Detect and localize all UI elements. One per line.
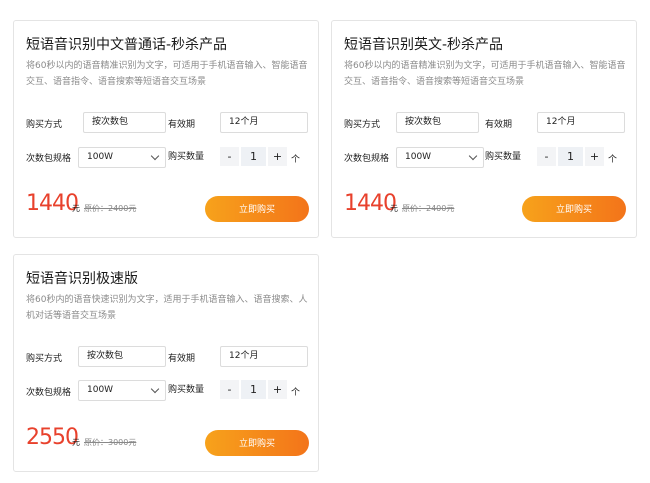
package-spec-select[interactable]: 100W (78, 380, 166, 401)
price: 1440 (344, 191, 397, 216)
product-card: 短语音识别英文-秒杀产品 将60秒以内的语音精准识别为文字，可适用于手机语音输入… (331, 20, 637, 238)
product-description: 将60秒内的语音快速识别为文字，适用于手机语音输入、语音搜索、人机对话等语音交互… (26, 295, 308, 321)
quantity-decrement-button[interactable]: - (220, 380, 239, 399)
quantity-input[interactable]: 1 (241, 147, 266, 166)
buy-now-button[interactable]: 立即购买 (522, 196, 626, 222)
quantity-increment-button[interactable]: + (268, 147, 287, 166)
product-card: 短语音识别中文普通话-秒杀产品 将60秒以内的语音精准识别为文字，可适用于手机语… (13, 20, 319, 238)
chevron-down-icon (150, 384, 160, 394)
validity-label: 有效期 (168, 120, 196, 130)
price-unit: 元 (390, 204, 398, 213)
original-price: 原价：2400元 (402, 204, 455, 213)
product-title: 短语音识别极速版 (26, 271, 138, 287)
validity-field[interactable]: 12个月 (537, 112, 625, 133)
quantity-unit: 个 (291, 388, 301, 398)
quantity-unit: 个 (291, 155, 301, 165)
validity-field[interactable]: 12个月 (220, 112, 308, 133)
package-spec-select[interactable]: 100W (78, 147, 166, 168)
validity-label: 有效期 (485, 120, 513, 130)
quantity-decrement-button[interactable]: - (220, 147, 239, 166)
package-spec-value: 100W (87, 385, 114, 395)
buy-now-button[interactable]: 立即购买 (205, 196, 309, 222)
package-spec-label: 次数包规格 (26, 154, 72, 164)
product-title: 短语音识别中文普通话-秒杀产品 (26, 37, 228, 53)
buy-now-button[interactable]: 立即购买 (205, 430, 309, 456)
quantity-input[interactable]: 1 (558, 147, 583, 166)
price-unit: 元 (72, 204, 80, 213)
quantity-label: 购买数量 (485, 152, 522, 162)
quantity-decrement-button[interactable]: - (537, 147, 556, 166)
quantity-label: 购买数量 (168, 385, 205, 395)
chevron-down-icon (150, 151, 160, 161)
product-description: 将60秒以内的语音精准识别为文字，可适用于手机语音输入、智能语音交互、语音指令、… (26, 61, 308, 87)
chevron-down-icon (468, 151, 478, 161)
quantity-label: 购买数量 (168, 152, 205, 162)
package-spec-label: 次数包规格 (344, 154, 390, 164)
purchase-method-field[interactable]: 按次数包 (78, 346, 166, 367)
purchase-method-field[interactable]: 按次数包 (396, 112, 479, 133)
original-price: 原价：2400元 (84, 204, 137, 213)
price: 1440 (26, 191, 79, 216)
package-spec-label: 次数包规格 (26, 388, 72, 398)
quantity-increment-button[interactable]: + (585, 147, 604, 166)
purchase-method-label: 购买方式 (26, 120, 63, 130)
package-spec-select[interactable]: 100W (396, 147, 484, 168)
product-description: 将60秒以内的语音精准识别为文字，可适用于手机语音输入、智能语音交互、语音指令、… (344, 61, 626, 87)
price-unit: 元 (72, 438, 80, 447)
purchase-method-field[interactable]: 按次数包 (83, 112, 166, 133)
quantity-increment-button[interactable]: + (268, 380, 287, 399)
package-spec-value: 100W (405, 152, 432, 162)
purchase-method-label: 购买方式 (344, 120, 381, 130)
product-card: 短语音识别极速版 将60秒内的语音快速识别为文字，适用于手机语音输入、语音搜索、… (13, 254, 319, 472)
package-spec-value: 100W (87, 152, 114, 162)
purchase-method-label: 购买方式 (26, 354, 63, 364)
quantity-input[interactable]: 1 (241, 380, 266, 399)
validity-field[interactable]: 12个月 (220, 346, 308, 367)
quantity-unit: 个 (608, 155, 618, 165)
original-price: 原价：3000元 (84, 438, 137, 447)
price: 2550 (26, 425, 79, 450)
product-title: 短语音识别英文-秒杀产品 (344, 37, 504, 53)
validity-label: 有效期 (168, 354, 196, 364)
